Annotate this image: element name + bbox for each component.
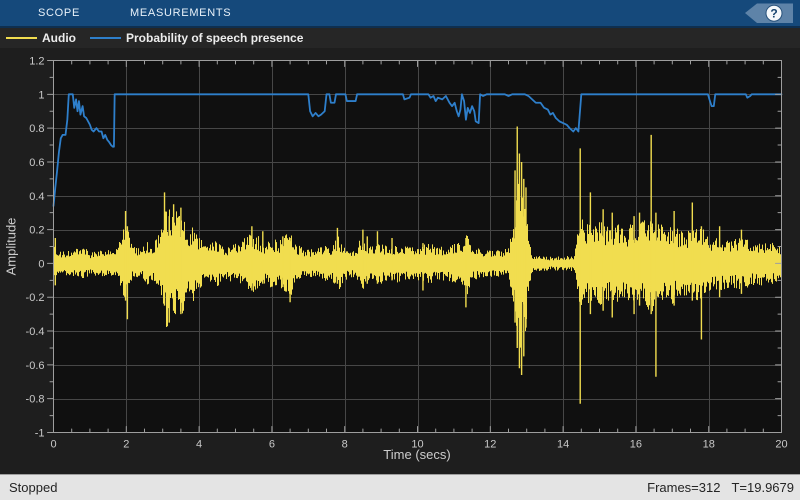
audio-line-swatch <box>6 37 37 39</box>
toolstrip: SCOPE MEASUREMENTS ? <box>0 0 800 28</box>
time-counter: T=19.9679 <box>731 480 794 495</box>
tab-measurements[interactable]: MEASUREMENTS <box>130 7 231 19</box>
legend-item-audio[interactable]: Audio <box>6 31 76 45</box>
scope-window: SCOPE MEASUREMENTS ? Audio Probability o… <box>0 0 800 500</box>
help-chevron-icon: ? <box>745 0 793 26</box>
legend-label-audio: Audio <box>42 31 76 45</box>
probability-line-swatch <box>90 37 121 39</box>
frames-counter: Frames=312 <box>647 480 720 495</box>
tab-scope[interactable]: SCOPE <box>38 7 80 19</box>
legend-item-probability[interactable]: Probability of speech presence <box>90 31 303 45</box>
question-mark-icon: ? <box>770 7 777 21</box>
legend-bar: Audio Probability of speech presence <box>0 28 800 48</box>
legend-label-probability: Probability of speech presence <box>126 31 303 45</box>
scope-figure: Amplitude Time (secs) <box>0 48 800 474</box>
toolstrip-tabs: SCOPE MEASUREMENTS <box>38 0 231 26</box>
status-bar: Stopped Frames=312 T=19.9679 <box>0 474 800 500</box>
status-text: Stopped <box>9 480 57 495</box>
help-button[interactable]: ? <box>745 0 793 26</box>
scope-plot[interactable] <box>0 48 800 474</box>
status-counters: Frames=312 T=19.9679 <box>647 480 794 495</box>
